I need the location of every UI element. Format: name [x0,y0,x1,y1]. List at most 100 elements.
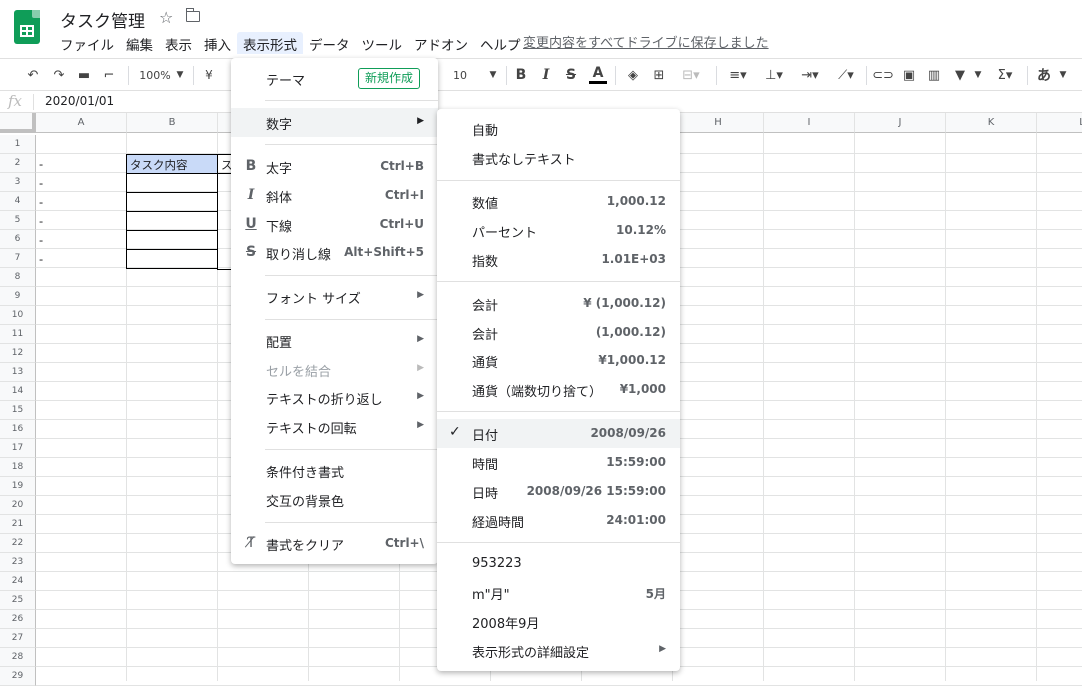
format-number[interactable]: 数値 1,000.12 [437,187,680,216]
row-header-13[interactable]: 13 [0,363,36,382]
format-time[interactable]: 時間 15:59:00 [437,448,680,477]
menu-text-wrap[interactable]: テキストの折り返し ▶ [231,383,438,412]
row-header-2[interactable]: 2 [0,154,36,173]
menu-number[interactable]: 数字 ▶ [231,108,438,137]
text-color-button[interactable]: A [589,65,607,84]
row-header-21[interactable]: 21 [0,515,36,534]
insert-link-icon[interactable]: ⊂⊃ [872,65,894,85]
format-custom-year-month[interactable]: 2008年9月 [437,607,680,636]
vertical-align-icon[interactable]: ⊥▾ [760,65,788,85]
menu-file[interactable]: ファイル [54,32,120,54]
row-header-1[interactable]: 1 [0,135,36,154]
insert-comment-icon[interactable]: ▣ [900,65,918,85]
row-header-5[interactable]: 5 [0,211,36,230]
row-header-20[interactable]: 20 [0,496,36,515]
row-header-28[interactable]: 28 [0,648,36,667]
row-header-24[interactable]: 24 [0,572,36,591]
cell-b6[interactable] [126,230,218,250]
zoom-chevron-down-icon[interactable]: ▼ [174,65,186,85]
menu-clear-formatting[interactable]: Ƭ̸ 書式をクリア Ctrl+\ [231,529,438,558]
menu-insert[interactable]: 挿入 [198,32,237,54]
menu-italic[interactable]: I 斜体 Ctrl+I [231,181,438,210]
menu-edit[interactable]: 編集 [120,32,159,54]
format-percent[interactable]: パーセント 10.12% [437,216,680,245]
row-header-19[interactable]: 19 [0,477,36,496]
text-wrap-icon[interactable]: ⇥▾ [796,65,824,85]
column-header-b[interactable]: B [127,113,218,133]
menu-bold[interactable]: B 太字 Ctrl+B [231,152,438,181]
star-icon[interactable]: ☆ [159,8,173,27]
row-header-18[interactable]: 18 [0,458,36,477]
menu-tools[interactable]: ツール [356,32,409,54]
filter-icon[interactable]: ▼ [951,65,969,85]
column-header-j[interactable]: J [855,113,946,133]
row-header-27[interactable]: 27 [0,629,36,648]
sheets-logo-icon[interactable] [14,10,40,44]
borders-icon[interactable]: ⊞ [650,65,668,85]
new-theme-badge[interactable]: 新規作成 [358,68,421,89]
menu-font-size[interactable]: フォント サイズ ▶ [231,282,438,311]
paint-format-icon[interactable]: ⌐ [100,65,118,85]
row-header-22[interactable]: 22 [0,534,36,553]
row-header-10[interactable]: 10 [0,306,36,325]
column-header-h[interactable]: H [673,113,764,133]
row-header-26[interactable]: 26 [0,610,36,629]
text-rotation-icon[interactable]: ⟋▾ [832,65,860,85]
menu-view[interactable]: 表示 [159,32,198,54]
format-currency-rounded[interactable]: 通貨（端数切り捨て） ¥1,000 [437,375,680,404]
menu-format[interactable]: 表示形式 [237,32,303,54]
functions-icon[interactable]: Σ▾ [991,65,1019,85]
cell-b7[interactable] [126,249,218,269]
format-custom-953223[interactable]: 953223 [437,550,680,579]
fill-color-icon[interactable]: ◈ [624,65,642,85]
format-plain-text[interactable]: 書式なしテキスト [437,143,680,172]
cell-b4[interactable] [126,192,218,212]
horizontal-align-icon[interactable]: ≡▾ [724,65,752,85]
menu-merge-cells[interactable]: セルを結合 ▶ [231,355,438,384]
cell-c3-c7[interactable] [217,173,232,270]
menu-underline[interactable]: U 下線 Ctrl+U [231,210,438,239]
insert-chart-icon[interactable]: ▥ [925,65,943,85]
font-size-chevron-down-icon[interactable]: ▼ [487,65,499,85]
column-header-l[interactable]: L [1037,113,1082,133]
row-header-29[interactable]: 29 [0,667,36,686]
print-icon[interactable]: ▬ [75,65,93,85]
undo-icon[interactable]: ↶ [24,65,42,85]
cell-c2[interactable]: ス [217,154,233,174]
row-header-23[interactable]: 23 [0,553,36,572]
format-datetime[interactable]: 日時 2008/09/26 15:59:00 [437,477,680,506]
menu-alternating-colors[interactable]: 交互の背景色 [231,485,438,514]
row-header-12[interactable]: 12 [0,344,36,363]
formula-input[interactable]: 2020/01/01 [45,94,114,108]
input-tools-button[interactable]: あ [1035,65,1053,85]
row-header-3[interactable]: 3 [0,173,36,192]
input-tools-chevron-down-icon[interactable]: ▼ [1057,65,1069,85]
column-header-k[interactable]: K [946,113,1037,133]
zoom-select[interactable]: 100% [138,65,172,85]
row-header-6[interactable]: 6 [0,230,36,249]
menu-strikethrough[interactable]: S 取り消し線 Alt+Shift+5 [231,238,438,267]
redo-icon[interactable]: ↷ [50,65,68,85]
row-header-11[interactable]: 11 [0,325,36,344]
bold-button[interactable]: B [513,65,529,85]
cell-b5[interactable] [126,211,218,231]
cell-b3[interactable] [126,173,218,193]
cell-b2[interactable]: タスク内容 [126,154,218,174]
merge-cells-icon[interactable]: ⊟▾ [676,65,706,85]
format-scientific[interactable]: 指数 1.01E+03 [437,245,680,274]
row-header-15[interactable]: 15 [0,401,36,420]
format-custom-month[interactable]: m"月" 5月 [437,578,680,607]
row-header-14[interactable]: 14 [0,382,36,401]
column-header-i[interactable]: I [764,113,855,133]
menu-help[interactable]: ヘルプ [474,32,527,54]
format-currency[interactable]: 通貨 ¥1,000.12 [437,346,680,375]
move-folder-icon[interactable] [186,8,200,22]
menu-conditional-format[interactable]: 条件付き書式 [231,456,438,485]
format-duration[interactable]: 経過時間 24:01:00 [437,506,680,535]
format-financial[interactable]: 会計 (1,000.12) [437,318,680,347]
row-header-25[interactable]: 25 [0,591,36,610]
column-header-a[interactable]: A [36,113,127,133]
row-header-7[interactable]: 7 [0,249,36,268]
format-date[interactable]: ✓ 日付 2008/09/26 [437,419,680,448]
font-size-select[interactable]: 10 [448,65,472,85]
